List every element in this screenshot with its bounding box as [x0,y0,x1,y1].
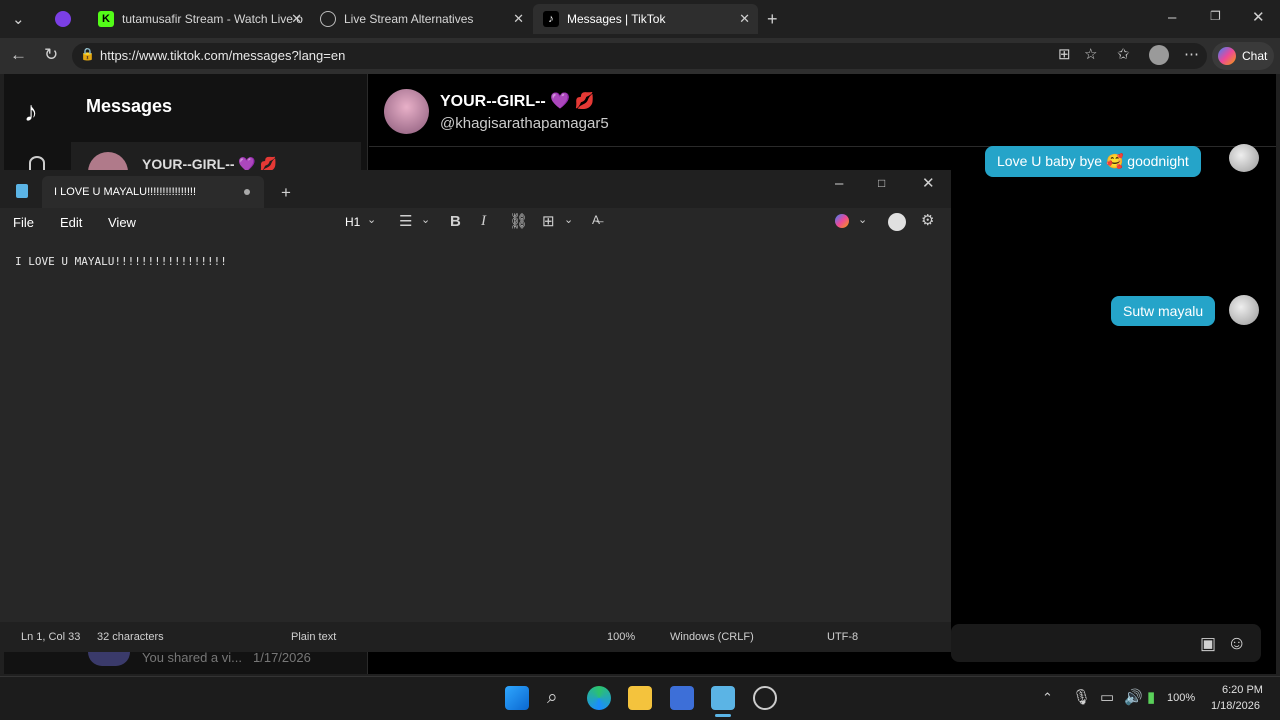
start-icon[interactable] [505,686,529,710]
clock-time[interactable]: 6:20 PM [1222,684,1263,696]
url-input[interactable]: https://www.tiktok.com/messages?lang=en [72,43,1207,69]
menu-view[interactable]: View [108,215,136,230]
chevron-down-icon[interactable]: ⌄ [367,215,376,226]
editor-text: I LOVE U MAYALU!!!!!!!!!!!!!!!!! [15,255,227,268]
notepad-tab-title: I LOVE U MAYALU!!!!!!!!!!!!!!!! [54,186,197,198]
tab-tiktok-messages[interactable]: ♪ Messages | TikTok ✕ [533,4,758,34]
tab-label: Messages | TikTok [567,12,666,26]
tab-label: Live Stream Alternatives [344,12,474,26]
tiktok-icon: ♪ [543,11,559,27]
file-explorer-icon[interactable] [628,686,652,710]
chevron-down-icon[interactable]: ⌄ [421,215,430,226]
chevron-down-icon[interactable]: ⌄ [564,215,573,226]
link-icon[interactable]: ⛓ [509,214,528,229]
kick-icon: K [98,11,114,27]
profile-icon[interactable] [1149,45,1169,65]
bold-icon[interactable]: B [450,214,461,229]
close-icon[interactable]: ✕ [291,11,302,27]
close-icon[interactable]: ✕ [922,176,935,191]
unsaved-dot-icon [244,189,250,195]
battery-icon[interactable]: ▮ [1147,690,1155,705]
table-icon[interactable]: ⊞ [542,214,555,229]
copilot-icon[interactable] [835,214,849,228]
text-format[interactable]: Plain text [291,631,336,643]
minimize-icon[interactable]: – [1168,10,1176,25]
chevron-up-icon[interactable]: ⌃ [1042,691,1053,704]
message-bubble: Sutw mayalu [1111,296,1216,326]
copilot-icon [1218,47,1236,65]
tab-kick[interactable]: K tutamusafir Stream - Watch Live o ✕ [88,4,310,34]
favorite-icon[interactable]: ☆ [1084,47,1097,62]
italic-icon[interactable]: I [481,214,486,229]
close-window-icon[interactable]: ✕ [1252,10,1265,25]
search-icon[interactable]: ⌕ [547,688,558,707]
list-item-date: 1/17/2026 [253,650,311,665]
gear-icon[interactable]: ⚙ [921,213,934,228]
close-icon[interactable]: ✕ [739,11,750,27]
edge-icon[interactable] [587,686,611,710]
more-icon[interactable]: ⋯ [1184,47,1199,62]
account-icon[interactable] [888,213,906,231]
menu-file[interactable]: File [13,215,34,230]
message-bubble: Love U baby bye 🥰 goodnight [985,146,1201,177]
avatar [1229,295,1259,325]
notepad-editor[interactable]: I LOVE U MAYALU!!!!!!!!!!!!!!!!! [0,238,951,622]
contact-handle[interactable]: @khagisarathapamagar5 [440,115,609,132]
tab-live-stream-alternatives[interactable]: Live Stream Alternatives ✕ [310,4,532,34]
network-icon[interactable]: ▭ [1100,690,1114,705]
menu-edit[interactable]: Edit [60,215,82,230]
new-tab-icon[interactable]: + [281,184,291,201]
obs-icon[interactable] [753,686,777,710]
line-ending[interactable]: Windows (CRLF) [670,631,754,643]
contact-name[interactable]: YOUR--GIRL-- 💜 💋 [440,91,595,111]
clock-date[interactable]: 1/18/2026 [1211,700,1260,712]
new-tab-icon[interactable]: + [767,10,778,28]
list-item-preview: You shared a vi... [142,650,242,665]
zoom-level[interactable]: 100% [607,631,635,643]
video-app-icon[interactable] [55,11,71,27]
image-icon[interactable]: ▣ [1200,635,1216,652]
cursor-position[interactable]: Ln 1, Col 33 [21,631,80,643]
microphone-icon[interactable]: 🎙 [1072,690,1091,705]
tab-label: tutamusafir Stream - Watch Live o [122,12,303,26]
encoding[interactable]: UTF-8 [827,631,858,643]
tab-actions-icon[interactable]: ⌄ [12,12,25,27]
avatar [1229,144,1259,172]
app-available-icon[interactable]: ⊞ [1058,47,1071,62]
close-icon[interactable]: ✕ [513,11,524,27]
emoji-icon[interactable]: ☺ [1227,634,1246,653]
contact-avatar[interactable] [384,89,429,134]
character-count: 32 characters [97,631,164,643]
battery-percent: 100% [1167,692,1196,704]
notepad-statusbar: Ln 1, Col 33 32 characters Plain text 10… [0,622,951,652]
active-indicator [715,714,731,717]
volume-icon[interactable]: 🔊 [1124,690,1143,705]
minimize-icon[interactable]: – [835,176,843,191]
maximize-icon[interactable]: ❐ [1210,10,1221,22]
chat-label: Chat [1242,49,1268,63]
heading-dropdown[interactable]: H1 [345,215,360,229]
search-icon[interactable] [29,156,45,170]
maximize-icon[interactable]: □ [878,177,885,189]
refresh-icon[interactable]: ↻ [44,46,58,63]
notepad-taskbar-icon[interactable] [711,686,735,710]
messages-title: Messages [86,96,173,116]
site-info-icon[interactable]: 🔒 [80,48,95,60]
network-app-icon[interactable] [670,686,694,710]
favorites-icon[interactable]: ✩ [1117,47,1130,62]
chevron-down-icon[interactable]: ⌄ [858,215,867,226]
tiktok-logo-icon[interactable]: ♪ [24,96,38,128]
copilot-chat-button[interactable]: Chat [1212,42,1274,70]
notepad-tab[interactable]: I LOVE U MAYALU!!!!!!!!!!!!!!!! [42,176,264,208]
list-icon[interactable]: ☰ [399,214,412,229]
clear-formatting-icon[interactable]: A̶ [592,214,600,226]
notepad-menubar [0,208,951,238]
globe-icon [320,11,336,27]
notepad-icon [16,184,28,198]
back-icon[interactable]: ← [10,46,27,63]
